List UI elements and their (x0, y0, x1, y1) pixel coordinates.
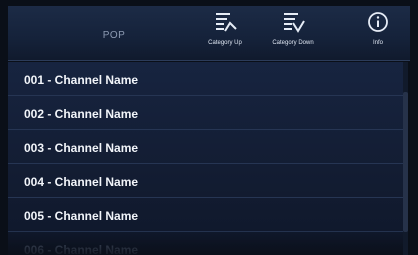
list-item[interactable]: 001 - Channel Name (8, 62, 403, 96)
channel-label: 002 - Channel Name (24, 107, 139, 121)
channel-label: 004 - Channel Name (24, 175, 139, 189)
list-item[interactable]: 003 - Channel Name (8, 130, 403, 164)
channel-label: 005 - Channel Name (24, 209, 139, 223)
info-icon (368, 12, 388, 32)
channel-label: 001 - Channel Name (24, 73, 139, 87)
category-up-button[interactable]: Category Up (200, 10, 250, 58)
radio-screen: POP Category Up Category Down Info 001 -… (0, 0, 418, 255)
list-item[interactable]: 005 - Channel Name (8, 198, 403, 232)
list-item[interactable]: 004 - Channel Name (8, 164, 403, 198)
list-item[interactable]: 002 - Channel Name (8, 96, 403, 130)
category-title: POP (102, 30, 126, 41)
category-down-button[interactable]: Category Down (265, 10, 321, 58)
scrollbar[interactable] (403, 62, 408, 255)
scrollbar-thumb[interactable] (403, 92, 408, 232)
channel-list[interactable]: 001 - Channel Name 002 - Channel Name 00… (8, 62, 403, 255)
info-button[interactable]: Info (358, 10, 398, 58)
category-up-icon (216, 13, 237, 32)
list-item[interactable]: 006 - Channel Name (8, 232, 403, 255)
info-label: Info (372, 40, 383, 46)
category-up-label: Category Up (208, 40, 242, 46)
category-down-icon (284, 13, 305, 33)
header-bar: POP Category Up Category Down Info (8, 6, 410, 61)
category-down-label: Category Down (272, 40, 314, 46)
channel-label: 006 - Channel Name (24, 243, 139, 255)
channel-label: 003 - Channel Name (24, 141, 139, 155)
